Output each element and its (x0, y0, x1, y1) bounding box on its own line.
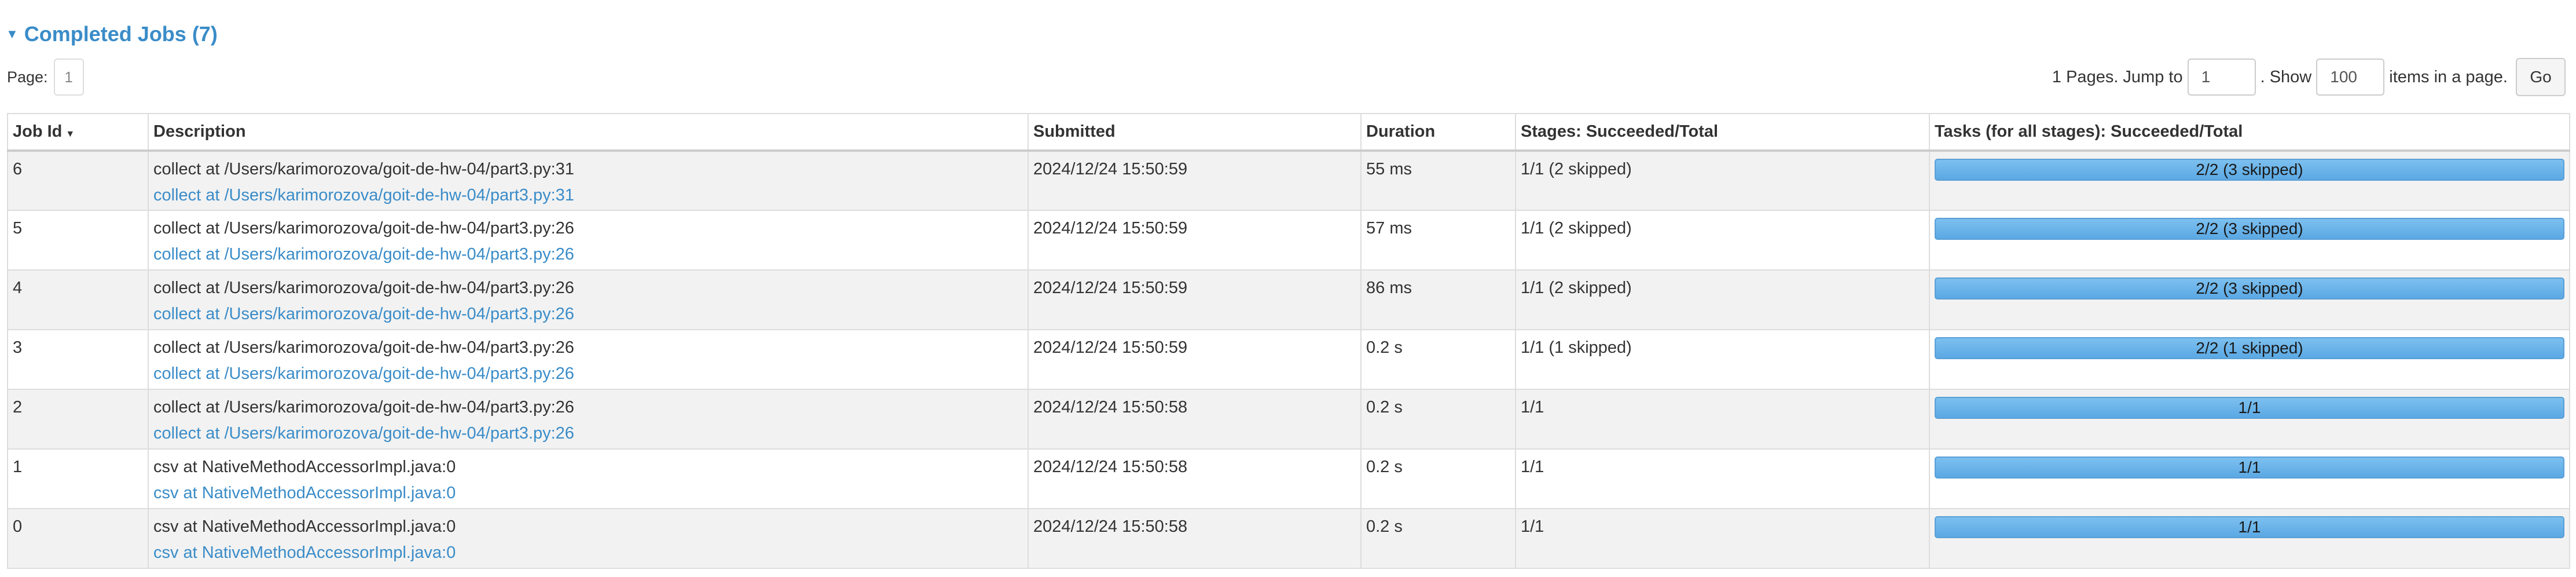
duration-cell: 0.2 s (1360, 389, 1516, 450)
page-size-input[interactable]: 100 (2316, 59, 2385, 96)
stages-cell: 1/1 (1 skipped) (1515, 329, 1930, 390)
page-number-button[interactable]: 1 (53, 59, 84, 96)
table-row: 4 collect at /Users/karimorozova/goit-de… (7, 269, 2570, 330)
duration-cell: 55 ms (1360, 150, 1516, 211)
description-text: collect at /Users/karimorozova/goit-de-h… (153, 279, 574, 297)
page-navigation: Page: 1 (7, 58, 84, 96)
job-detail-link[interactable]: collect at /Users/karimorozova/goit-de-h… (153, 245, 1023, 264)
column-header-tasks[interactable]: Tasks (for all stages): Succeeded/Total (1929, 113, 2570, 152)
column-header-submitted[interactable]: Submitted (1028, 113, 1362, 152)
description-cell: collect at /Users/karimorozova/goit-de-h… (148, 389, 1029, 450)
tasks-cell: 1/1 (1929, 448, 2570, 509)
duration-cell: 0.2 s (1360, 448, 1516, 509)
section-title: Completed Jobs (7) (24, 22, 218, 46)
stages-cell: 1/1 (2 skipped) (1515, 210, 1930, 271)
job-id-cell: 3 (7, 329, 149, 390)
tasks-progress-bar: 1/1 (1935, 516, 2564, 538)
duration-cell: 57 ms (1360, 210, 1516, 271)
tasks-progress-bar: 1/1 (1935, 457, 2564, 479)
column-header-description[interactable]: Description (148, 113, 1029, 152)
jump-to-page-input[interactable]: 1 (2187, 59, 2256, 96)
submitted-cell: 2024/12/24 15:50:59 (1028, 150, 1362, 211)
pages-count-text: 1 Pages. Jump to (2052, 67, 2183, 86)
column-header-job-id[interactable]: Job Id ▼ (7, 113, 149, 152)
completed-jobs-toggle[interactable]: ▼ Completed Jobs (7) (6, 20, 218, 49)
tasks-cell: 2/2 (3 skipped) (1929, 269, 2570, 330)
description-text: collect at /Users/karimorozova/goit-de-h… (153, 398, 574, 417)
tasks-cell: 2/2 (3 skipped) (1929, 150, 2570, 211)
description-text: csv at NativeMethodAccessorImpl.java:0 (153, 517, 456, 536)
submitted-cell: 2024/12/24 15:50:58 (1028, 389, 1362, 450)
submitted-cell: 2024/12/24 15:50:59 (1028, 329, 1362, 390)
go-button[interactable]: Go (2516, 58, 2566, 96)
job-id-cell: 4 (7, 269, 149, 330)
description-cell: collect at /Users/karimorozova/goit-de-h… (148, 210, 1029, 271)
submitted-cell: 2024/12/24 15:50:58 (1028, 508, 1362, 569)
stages-cell: 1/1 (1515, 389, 1930, 450)
table-header-row: Job Id ▼ Description Submitted Duration S… (7, 113, 2570, 152)
sort-down-icon: ▼ (65, 129, 75, 139)
tasks-progress-bar: 2/2 (1 skipped) (1935, 337, 2564, 359)
table-row: 5 collect at /Users/karimorozova/goit-de… (7, 210, 2570, 271)
caret-down-icon: ▼ (6, 27, 19, 41)
completed-jobs-table: Job Id ▼ Description Submitted Duration S… (7, 113, 2570, 569)
tasks-progress-bar: 2/2 (3 skipped) (1935, 218, 2564, 240)
submitted-cell: 2024/12/24 15:50:59 (1028, 210, 1362, 271)
description-cell: collect at /Users/karimorozova/goit-de-h… (148, 269, 1029, 330)
description-text: csv at NativeMethodAccessorImpl.java:0 (153, 458, 456, 476)
duration-cell: 86 ms (1360, 269, 1516, 330)
job-id-cell: 5 (7, 210, 149, 271)
tasks-cell: 1/1 (1929, 389, 2570, 450)
tasks-cell: 2/2 (3 skipped) (1929, 210, 2570, 271)
stages-cell: 1/1 (2 skipped) (1515, 150, 1930, 211)
tasks-cell: 2/2 (1 skipped) (1929, 329, 2570, 390)
duration-cell: 0.2 s (1360, 329, 1516, 390)
job-id-cell: 0 (7, 508, 149, 569)
job-detail-link[interactable]: csv at NativeMethodAccessorImpl.java:0 (153, 484, 1023, 503)
stages-cell: 1/1 (2 skipped) (1515, 269, 1930, 330)
job-id-cell: 1 (7, 448, 149, 509)
job-detail-link[interactable]: collect at /Users/karimorozova/goit-de-h… (153, 305, 1023, 324)
description-text: collect at /Users/karimorozova/goit-de-h… (153, 219, 574, 238)
job-detail-link[interactable]: collect at /Users/karimorozova/goit-de-h… (153, 186, 1023, 205)
table-row: 3 collect at /Users/karimorozova/goit-de… (7, 329, 2570, 390)
stages-cell: 1/1 (1515, 448, 1930, 509)
table-row: 6 collect at /Users/karimorozova/goit-de… (7, 150, 2570, 211)
tasks-progress-bar: 2/2 (3 skipped) (1935, 277, 2564, 300)
stages-cell: 1/1 (1515, 508, 1930, 569)
column-header-stages[interactable]: Stages: Succeeded/Total (1515, 113, 1930, 152)
submitted-cell: 2024/12/24 15:50:58 (1028, 448, 1362, 509)
show-text: . Show (2260, 67, 2312, 86)
pagination-controls: 1 Pages. Jump to 1 . Show 100 items in a… (2052, 58, 2566, 96)
tasks-progress-bar: 1/1 (1935, 397, 2564, 419)
job-detail-link[interactable]: collect at /Users/karimorozova/goit-de-h… (153, 424, 1023, 443)
tasks-cell: 1/1 (1929, 508, 2570, 569)
table-row: 1 csv at NativeMethodAccessorImpl.java:0… (7, 448, 2570, 509)
job-id-cell: 2 (7, 389, 149, 450)
table-row: 0 csv at NativeMethodAccessorImpl.java:0… (7, 508, 2570, 569)
duration-cell: 0.2 s (1360, 508, 1516, 569)
column-header-duration[interactable]: Duration (1360, 113, 1516, 152)
page-label: Page: (7, 68, 48, 86)
description-cell: csv at NativeMethodAccessorImpl.java:0 cs… (148, 508, 1029, 569)
tasks-progress-bar: 2/2 (3 skipped) (1935, 159, 2564, 181)
job-detail-link[interactable]: collect at /Users/karimorozova/goit-de-h… (153, 364, 1023, 384)
job-id-cell: 6 (7, 150, 149, 211)
job-detail-link[interactable]: csv at NativeMethodAccessorImpl.java:0 (153, 543, 1023, 563)
submitted-cell: 2024/12/24 15:50:59 (1028, 269, 1362, 330)
description-cell: collect at /Users/karimorozova/goit-de-h… (148, 329, 1029, 390)
description-text: collect at /Users/karimorozova/goit-de-h… (153, 338, 574, 357)
items-per-page-text: items in a page. (2389, 67, 2508, 86)
table-row: 2 collect at /Users/karimorozova/goit-de… (7, 389, 2570, 450)
description-cell: collect at /Users/karimorozova/goit-de-h… (148, 150, 1029, 211)
description-text: collect at /Users/karimorozova/goit-de-h… (153, 160, 574, 178)
description-cell: csv at NativeMethodAccessorImpl.java:0 cs… (148, 448, 1029, 509)
